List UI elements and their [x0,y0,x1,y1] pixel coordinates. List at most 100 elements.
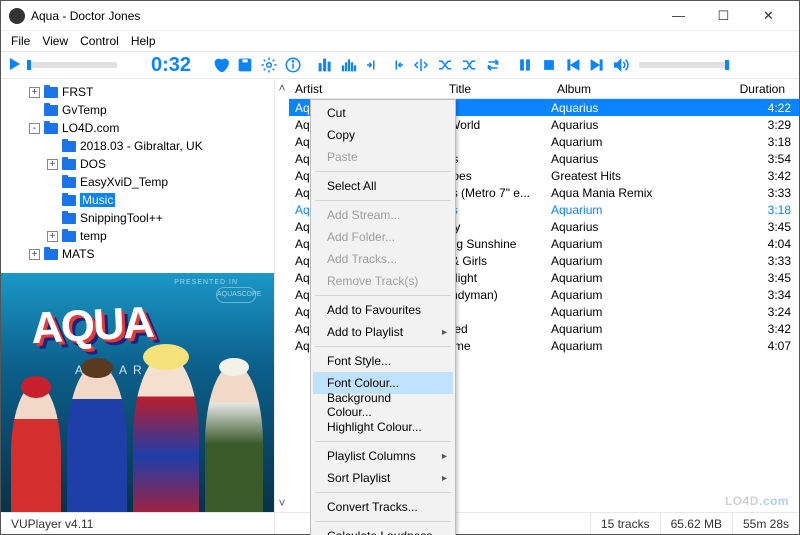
col-title[interactable]: Title [369,82,551,96]
context-menu[interactable]: CutCopyPasteSelect AllAdd Stream...Add F… [310,99,456,535]
col-artist[interactable]: Artist [289,82,369,96]
status-app: VUPlayer v4.11 [1,513,275,534]
context-menu-item: Remove Track(s) [313,270,453,292]
tree-node[interactable]: +temp [5,227,270,245]
cell-album: Aquarium [551,339,721,353]
next-icon[interactable] [585,53,609,77]
left-pane: +FRSTGvTemp - LO4D.com 2018.03 - Gibraltar,… [1,79,275,512]
folder-icon [62,195,76,206]
col-album[interactable]: Album [551,82,721,96]
context-menu-label: Playlist Columns [327,449,416,463]
scroll-up-icon[interactable]: ˄ [278,81,285,95]
tree-node[interactable]: EasyXviD_Temp [5,173,270,191]
expand-icon[interactable]: + [29,249,40,260]
cell-duration: 3:18 [721,203,791,217]
cell-duration: 3:33 [721,254,791,268]
expand-icon[interactable]: + [47,159,58,170]
context-menu-item: Paste [313,146,453,168]
context-menu-item[interactable]: Copy [313,124,453,146]
heart-icon[interactable] [209,53,233,77]
col-duration[interactable]: Duration [721,82,791,96]
volume-icon[interactable] [609,53,633,77]
album-figure [11,384,61,512]
maximize-button[interactable]: ☐ [701,2,746,30]
tree-label: MATS [62,247,94,261]
expand-icon[interactable]: + [29,87,40,98]
tree-node[interactable]: + DOS [5,155,270,173]
app-icon [9,8,25,24]
context-menu-item: Add Stream... [313,204,453,226]
cell-album: Aquarius [551,118,721,132]
levels-icon[interactable] [337,53,361,77]
cell-album: Aquarium [551,237,721,251]
scroll-down-icon[interactable]: ˅ [278,496,285,510]
scroll-arrows[interactable]: ˄ ˅ [275,79,289,512]
tree-label: EasyXviD_Temp [80,175,168,189]
context-menu-item[interactable]: Playlist Columns▸ [313,445,453,467]
menu-separator [315,200,451,201]
track-list-header[interactable]: Artist Title Album Duration [289,79,799,99]
menu-help[interactable]: Help [125,32,162,50]
tree-label: Music [80,193,115,207]
cell-album: Aquarium [551,288,721,302]
playback-time: 0:32 [127,54,191,77]
tree-node[interactable]: Music [5,191,270,209]
tree-node[interactable]: - LO4D.com [5,119,270,137]
stop-icon[interactable] [537,53,561,77]
titlebar: Aqua - Doctor Jones — ☐ ✕ [1,1,799,31]
tree-label: LO4D.com [62,121,119,135]
cell-duration: 3:54 [721,152,791,166]
prev-icon[interactable] [561,53,585,77]
cell-duration: 4:07 [721,339,791,353]
context-menu-item[interactable]: Add to Playlist▸ [313,321,453,343]
gear-icon[interactable] [257,53,281,77]
cell-album: Aquarium [551,322,721,336]
context-menu-label: Calculate Loudness [327,529,432,535]
context-menu-label: Add Tracks... [327,252,397,266]
repeat-icon[interactable] [481,53,505,77]
cell-album: Aquarius [551,101,721,115]
tree-node[interactable]: SnippingTool++ [5,209,270,227]
tree-label: DOS [80,157,106,171]
context-menu-item[interactable]: Cut [313,102,453,124]
cell-duration: 3:34 [721,288,791,302]
tree-node[interactable]: +FRST [5,83,270,101]
context-menu-item[interactable]: Font Style... [313,350,453,372]
close-button[interactable]: ✕ [746,2,791,30]
cell-album: Aquarium [551,254,721,268]
context-menu-item[interactable]: Add to Favourites [313,299,453,321]
save-icon[interactable] [233,53,257,77]
context-menu-item[interactable]: Highlight Colour... [313,416,453,438]
volume-slider[interactable] [639,62,729,68]
context-menu-item[interactable]: Background Colour... [313,394,453,416]
eq-icon[interactable] [313,53,337,77]
album-art: PRESENTED IN AQUASCOPE AQUA AQUARIUM [1,273,274,512]
random-icon[interactable] [457,53,481,77]
menu-file[interactable]: File [5,32,36,50]
context-menu-item[interactable]: Select All [313,175,453,197]
info-icon[interactable] [281,53,305,77]
minimize-button[interactable]: — [656,2,701,30]
context-menu-label: Cut [327,106,346,120]
pause-icon[interactable] [513,53,537,77]
context-menu-item[interactable]: Convert Tracks... [313,496,453,518]
expand-icon[interactable]: + [47,231,58,242]
context-menu-item[interactable]: Sort Playlist▸ [313,467,453,489]
cell-duration: 3:33 [721,186,791,200]
collapse-icon[interactable]: - [29,123,40,134]
album-logo: AQUA [30,298,154,354]
context-menu-item[interactable]: Calculate Loudness [313,525,453,535]
context-menu-item: Add Tracks... [313,248,453,270]
tree-node[interactable]: + MATS [5,245,270,263]
seek-slider[interactable] [27,62,117,68]
tree-node[interactable]: 2018.03 - Gibraltar, UK [5,137,270,155]
folder-tree[interactable]: +FRSTGvTemp - LO4D.com 2018.03 - Gibraltar,… [1,79,274,267]
skip-end-icon[interactable] [385,53,409,77]
shuffle-icon[interactable] [433,53,457,77]
menu-view[interactable]: View [36,32,74,50]
skip-start-icon[interactable] [361,53,385,77]
tree-node[interactable]: GvTemp [5,101,270,119]
context-menu-label: Add to Favourites [327,303,421,317]
split-icon[interactable] [409,53,433,77]
menu-control[interactable]: Control [74,32,125,50]
